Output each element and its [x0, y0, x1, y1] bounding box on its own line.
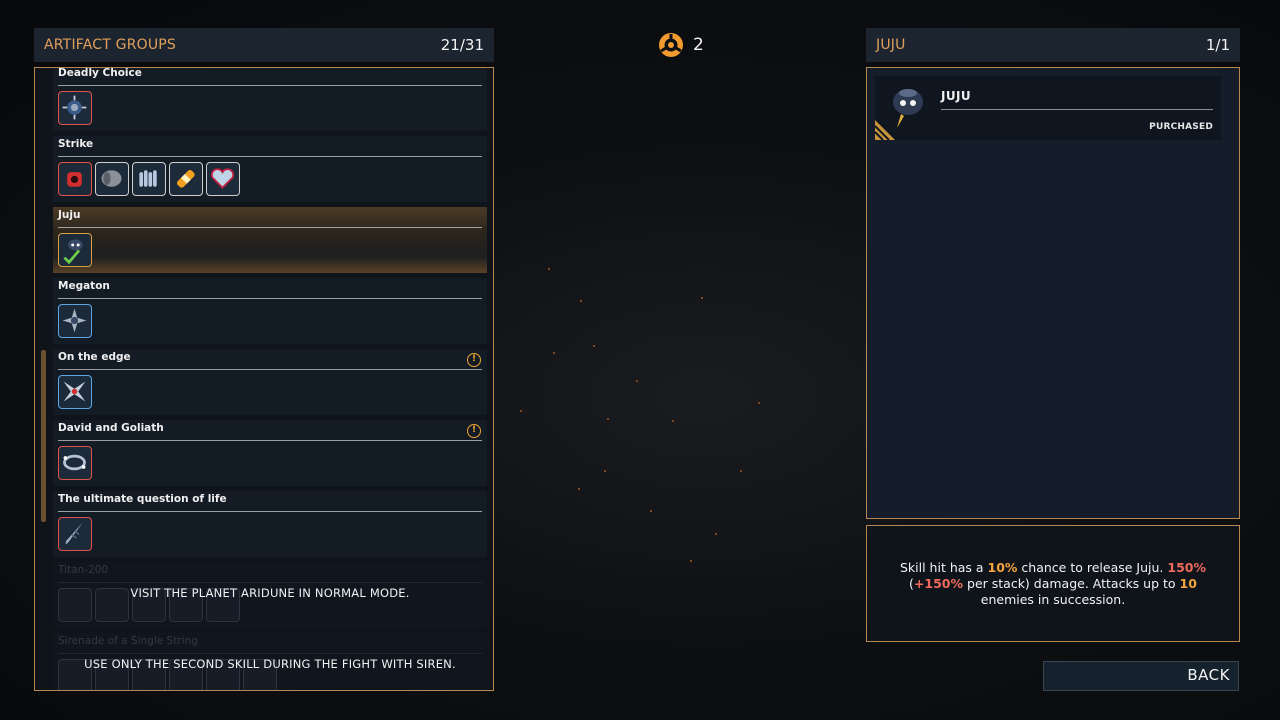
group-name: Megaton — [58, 280, 110, 292]
group-name: David and Goliath — [58, 422, 164, 434]
group-megaton[interactable]: Megaton — [53, 278, 487, 344]
desc-text: enemies in succession. — [980, 591, 1126, 607]
shuriken-icon[interactable] — [58, 375, 92, 409]
group-name: Titan-200 — [58, 564, 109, 576]
drill-icon[interactable] — [58, 517, 92, 551]
ember — [758, 402, 760, 404]
group-titan-200[interactable]: Titan-200 VISIT THE PLANET ARIDUNE IN NO… — [53, 562, 487, 628]
ember — [593, 345, 595, 347]
artifact-detail-panel: JUJU PURCHASED — [866, 67, 1240, 519]
damage-value: 150% — [1167, 559, 1206, 575]
ember — [548, 268, 550, 270]
ember — [580, 300, 582, 302]
artifact-groups-title: ARTIFACT GROUPS — [44, 37, 177, 53]
group-name: The ultimate question of life — [58, 493, 227, 505]
ring-icon[interactable] — [58, 446, 92, 480]
artifact-name: JUJU — [941, 89, 972, 103]
ember — [607, 418, 609, 420]
group-sirenade[interactable]: Sirenade of a Single String USE ONLY THE… — [53, 633, 487, 690]
currency-display: 2 — [657, 31, 704, 59]
group-name: Deadly Choice — [58, 67, 142, 79]
artifact-description: Skill hit has a 10% chance to release Ju… — [881, 560, 1225, 608]
per-stack-value: +150% — [913, 575, 964, 591]
divider — [58, 582, 482, 583]
ember — [672, 420, 674, 422]
spiked-orb-icon[interactable] — [58, 91, 92, 125]
warning-icon[interactable]: ! — [467, 353, 481, 367]
ember — [604, 470, 606, 472]
group-name: Juju — [58, 209, 81, 221]
group-name: Strike — [58, 138, 94, 150]
desc-text: chance to release Juju. — [1017, 559, 1168, 575]
group-david-and-goliath[interactable]: David and Goliath ! — [53, 420, 487, 486]
artifact-detail-header: JUJU 1/1 — [866, 28, 1240, 62]
bandage-icon[interactable] — [169, 162, 203, 196]
group-count: 1/1 — [1205, 36, 1230, 54]
group-ultimate-question[interactable]: The ultimate question of life — [53, 491, 487, 557]
enemy-count-value: 10 — [1179, 575, 1197, 591]
juju-icon — [875, 89, 923, 140]
red-grenade-icon[interactable] — [58, 162, 92, 196]
warning-icon[interactable]: ! — [467, 424, 481, 438]
artifact-groups-list[interactable]: Deadly Choice Strike Juju Megaton On the… — [34, 67, 494, 691]
unlock-requirement: USE ONLY THE SECOND SKILL DURING THE FIG… — [84, 657, 456, 671]
ember — [701, 297, 703, 299]
desc-text: per stack) damage. Attacks up to — [963, 575, 1180, 591]
artifact-description-panel: Skill hit has a 10% chance to release Ju… — [866, 525, 1240, 642]
group-strike[interactable]: Strike — [53, 136, 487, 202]
divider — [58, 298, 482, 299]
juju-icon[interactable] — [58, 233, 92, 267]
barrel-icon[interactable] — [95, 162, 129, 196]
divider — [58, 85, 482, 86]
unlock-requirement: VISIT THE PLANET ARIDUNE IN NORMAL MODE. — [130, 586, 410, 600]
group-deadly-choice[interactable]: Deadly Choice — [53, 67, 487, 131]
gear-token-icon — [659, 33, 683, 57]
group-title: JUJU — [876, 37, 906, 53]
heart-icon[interactable] — [206, 162, 240, 196]
ember — [578, 488, 580, 490]
divider — [58, 156, 482, 157]
ember — [520, 410, 522, 412]
divider — [58, 369, 482, 370]
currency-count: 2 — [693, 35, 704, 55]
scrollbar[interactable] — [41, 350, 46, 522]
ember — [690, 560, 692, 562]
chance-value: 10% — [987, 559, 1018, 575]
divider — [58, 440, 482, 441]
ember — [740, 470, 742, 472]
desc-text: Skill hit has a — [899, 559, 988, 575]
star-badge-icon[interactable] — [58, 304, 92, 338]
artifact-groups-count: 21/31 — [440, 36, 484, 54]
back-button[interactable]: BACK — [1043, 661, 1239, 691]
purchase-status: PURCHASED — [1149, 122, 1213, 132]
ember — [650, 510, 652, 512]
group-name: Sirenade of a Single String — [58, 635, 198, 647]
group-name: On the edge — [58, 351, 131, 363]
divider — [58, 227, 482, 228]
ember — [715, 533, 717, 535]
divider — [58, 653, 482, 654]
ember — [636, 380, 638, 382]
bullets-icon[interactable] — [132, 162, 166, 196]
group-on-the-edge[interactable]: On the edge ! — [53, 349, 487, 415]
ember — [553, 352, 555, 354]
artifact-groups-header: ARTIFACT GROUPS 21/31 — [34, 28, 494, 62]
artifact-card[interactable]: JUJU PURCHASED — [875, 76, 1221, 140]
divider — [58, 511, 482, 512]
group-juju[interactable]: Juju — [53, 207, 487, 273]
divider — [941, 109, 1213, 110]
